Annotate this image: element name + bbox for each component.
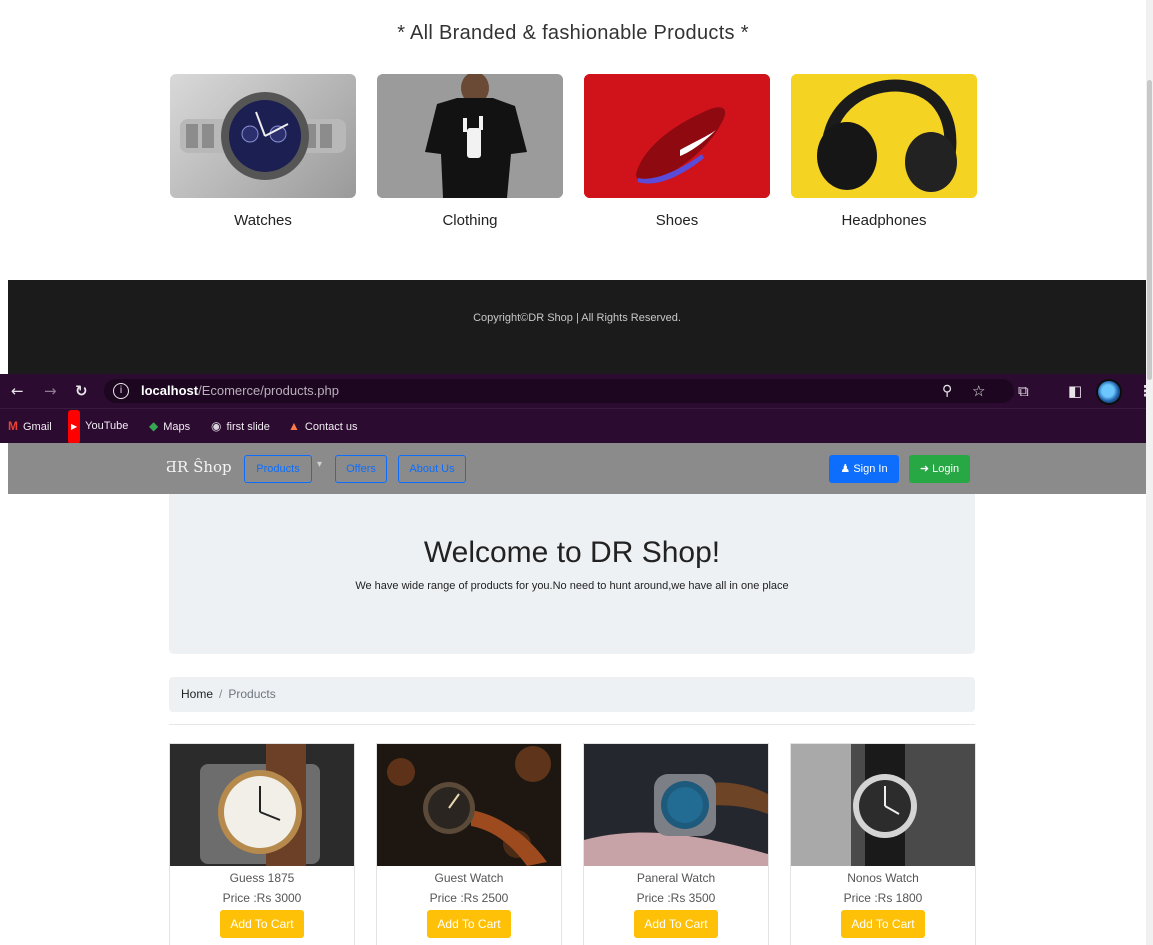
product-image[interactable]	[791, 744, 975, 866]
login-button[interactable]: ➜ Login	[909, 455, 970, 483]
bookmarks-bar: M Gmail ▶ YouTube ◆ Maps ◉ first slide ▲ Cont…	[0, 408, 1153, 444]
category-label: Headphones	[841, 212, 927, 229]
bookmark-maps[interactable]: ◆ Maps	[149, 409, 190, 443]
url-text[interactable]: localhost/Ecomerce/products.php	[141, 383, 339, 398]
hero-banner: Welcome to DR Shop! We have wide range o…	[169, 494, 975, 654]
product-image[interactable]	[170, 744, 354, 866]
sign-in-button[interactable]: ♟ Sign In	[829, 455, 899, 483]
address-bar[interactable]: i localhost/Ecomerce/products.php ⚲ ☆	[104, 379, 1014, 403]
maps-icon: ◆	[149, 419, 159, 433]
watch-image[interactable]	[170, 74, 356, 198]
url-path: /Ecomerce/products.php	[198, 383, 339, 398]
product-card: Paneral Watch Price :Rs 3500 Add To Cart	[583, 743, 769, 945]
page-scrollbar[interactable]	[1146, 0, 1153, 945]
category-card-watches[interactable]: Watches	[170, 74, 356, 229]
product-price: Price :Rs 1800	[843, 891, 923, 905]
category-card-shoes[interactable]: Shoes	[584, 74, 770, 229]
bookmark-youtube[interactable]: ▶ YouTube	[68, 409, 128, 444]
extensions-icon[interactable]: ⧉	[1018, 374, 1029, 408]
category-label: Watches	[234, 212, 292, 229]
login-icon: ➜	[919, 463, 933, 475]
category-card-clothing[interactable]: Clothing	[377, 74, 563, 229]
product-image[interactable]	[377, 744, 561, 866]
product-card: Guest Watch Price :Rs 2500 Add To Cart	[376, 743, 562, 945]
copyright-text: Copyright©DR Shop | All Rights Reserved.	[473, 312, 681, 324]
site-navbar: ƋR Ŝhop Products ▾ Offers About Us ♟ Sig…	[8, 443, 1146, 494]
category-card-headphones[interactable]: Headphones	[791, 74, 977, 229]
browser-toolbar: ← → ↻ i localhost/Ecomerce/products.php …	[0, 374, 1153, 408]
add-to-cart-button[interactable]: Add To Cart	[634, 910, 718, 938]
gmail-icon: M	[8, 419, 18, 433]
contact-icon: ▲	[288, 419, 300, 433]
add-to-cart-button[interactable]: Add To Cart	[841, 910, 925, 938]
add-to-cart-button[interactable]: Add To Cart	[427, 910, 511, 938]
forward-icon[interactable]: →	[44, 374, 57, 408]
side-panel-icon[interactable]: ◧	[1068, 374, 1082, 408]
breadcrumb-home[interactable]: Home	[181, 687, 213, 701]
product-name: Guess 1875	[229, 871, 295, 885]
product-price: Price :Rs 3500	[636, 891, 716, 905]
product-image[interactable]	[584, 744, 768, 866]
reload-icon[interactable]: ↻	[75, 374, 88, 408]
product-name: Nonos Watch	[847, 871, 919, 885]
hero-subtitle: We have wide range of products for you.N…	[355, 580, 789, 592]
nav-about-us[interactable]: About Us	[398, 455, 466, 483]
headphones-image[interactable]	[791, 74, 977, 198]
bookmark-gmail[interactable]: M Gmail	[8, 409, 52, 443]
nav-offers[interactable]: Offers	[335, 455, 387, 483]
breadcrumb-current: Products	[228, 687, 276, 701]
product-price: Price :Rs 2500	[429, 891, 509, 905]
site-info-icon[interactable]: i	[113, 383, 129, 399]
page: * All Branded & fashionable Products * W…	[0, 0, 1153, 945]
category-label: Shoes	[655, 212, 699, 229]
product-card: Guess 1875 Price :Rs 3000 Add To Cart	[169, 743, 355, 945]
user-icon: ♟	[840, 463, 854, 475]
nav-products[interactable]: Products	[244, 455, 312, 483]
product-name: Paneral Watch	[636, 871, 716, 885]
add-to-cart-button[interactable]: Add To Cart	[220, 910, 304, 938]
product-price: Price :Rs 3000	[222, 891, 302, 905]
breadcrumb-separator: /	[219, 687, 223, 701]
shoe-image[interactable]	[584, 74, 770, 198]
category-label: Clothing	[442, 212, 498, 229]
scrollbar-thumb[interactable]	[1147, 80, 1152, 380]
divider	[169, 724, 975, 725]
brand-logo[interactable]: ƋR Ŝhop	[166, 458, 232, 476]
zoom-icon[interactable]: ⚲	[942, 374, 952, 408]
hero-title: Welcome to DR Shop!	[423, 536, 721, 569]
categories-title: * All Branded & fashionable Products *	[397, 22, 749, 44]
back-icon[interactable]: ←	[11, 374, 24, 408]
bookmark-first-slide[interactable]: ◉ first slide	[211, 409, 270, 443]
chevron-down-icon[interactable]: ▾	[317, 459, 322, 470]
url-host: localhost	[141, 383, 199, 398]
profile-avatar[interactable]	[1096, 379, 1122, 405]
bookmark-contact-us[interactable]: ▲ Contact us	[288, 409, 357, 443]
youtube-icon: ▶	[68, 410, 81, 444]
product-name: Guest Watch	[434, 871, 504, 885]
tshirt-image[interactable]	[377, 74, 563, 198]
breadcrumb: Home / Products	[169, 677, 975, 712]
bookmark-star-icon[interactable]: ☆	[972, 374, 985, 408]
product-card: Nonos Watch Price :Rs 1800 Add To Cart	[790, 743, 976, 945]
footer: Copyright©DR Shop | All Rights Reserved.	[8, 280, 1146, 376]
globe-icon: ◉	[211, 419, 222, 433]
